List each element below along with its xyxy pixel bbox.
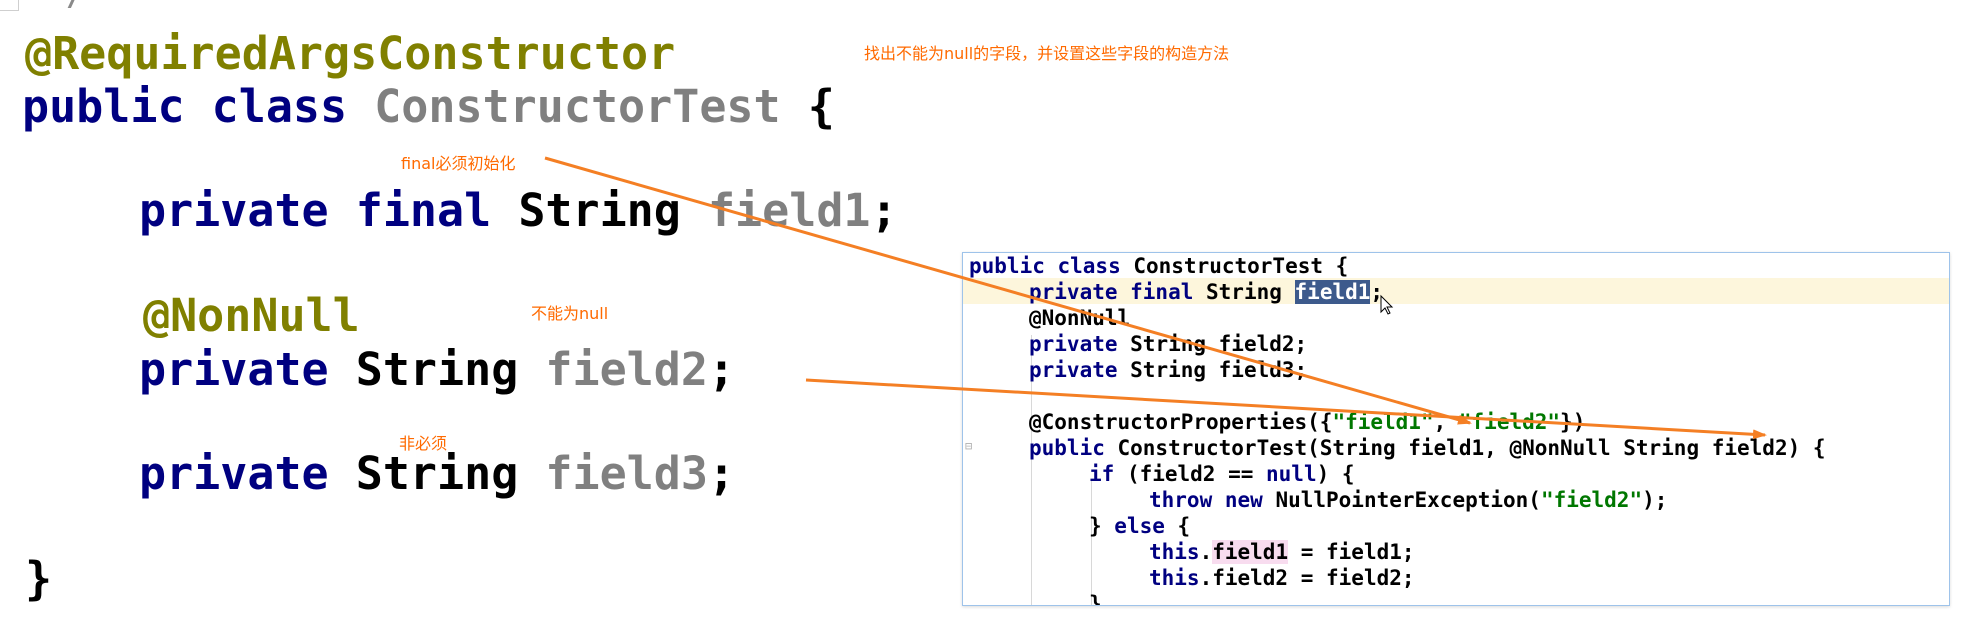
field1-declaration-line[interactable]: private final String field1; [139, 188, 898, 233]
note-final-must-init: final必须初始化 [401, 154, 516, 173]
keyword-private: private [139, 184, 329, 237]
popup-line-constructor-properties: @ConstructorProperties({"field1", "field… [1029, 410, 1586, 434]
required-args-annotation[interactable]: @RequiredArgsConstructor [25, 31, 675, 76]
semicolon: ; [707, 447, 736, 500]
popup-line-nonnull: @NonNull [1029, 306, 1131, 330]
comment-end-fragment: */ [48, 0, 84, 13]
fold-gutter-marker[interactable] [0, 0, 19, 11]
type-string: String [355, 447, 519, 500]
popup-line-close-brace: } [1089, 592, 1102, 606]
popup-line-field3: private String field3; [1029, 358, 1308, 382]
field3-name: field3 [545, 447, 708, 500]
note-cannot-be-null: 不能为null [531, 304, 609, 323]
popup-line-assign-field1: this.field1 = field1; [1149, 540, 1415, 564]
field3-declaration-line[interactable]: private String field3; [139, 451, 735, 496]
keyword-public: public [22, 80, 185, 133]
popup-line-class: public class ConstructorTest { [969, 254, 1349, 278]
field2-declaration-line[interactable]: private String field2; [139, 347, 735, 392]
selected-field1: field1 [1294, 280, 1371, 304]
type-string: String [355, 343, 519, 396]
popup-line-assign-field2: this.field2 = field2; [1149, 566, 1415, 590]
keyword-private: private [139, 447, 329, 500]
popup-line-else: } else { [1089, 514, 1191, 538]
field2-name: field2 [545, 343, 708, 396]
field1-name: field1 [707, 184, 871, 237]
keyword-final: final [355, 184, 492, 237]
class-name: ConstructorTest [374, 80, 781, 133]
keyword-class: class [211, 80, 348, 133]
note-optional: 非必须 [399, 434, 448, 453]
type-string: String [518, 184, 681, 237]
class-close-brace[interactable]: } [25, 556, 52, 601]
indent-guide [1091, 479, 1092, 605]
fold-icon[interactable]: ⊟ [965, 439, 972, 453]
semicolon: ; [707, 343, 736, 396]
popup-line-field1: private final String field1; [1029, 280, 1384, 304]
popup-line-constructor: public ConstructorTest(String field1, @N… [1029, 436, 1826, 460]
popup-line-field2: private String field2; [1029, 332, 1308, 356]
popup-line-if: if (field2 == null) { [1089, 462, 1355, 486]
popup-line-throw: throw new NullPointerException("field2")… [1149, 488, 1668, 512]
keyword-private: private [139, 343, 329, 396]
semicolon: ; [870, 184, 898, 237]
note-find-nonnull-fields: 找出不能为null的字段，并设置这些字段的构造方法 [864, 44, 1230, 63]
class-declaration-line[interactable]: public class ConstructorTest { [22, 84, 835, 129]
delombok-code-popup[interactable]: ⊟ public class ConstructorTest { private… [962, 252, 1950, 606]
nonnull-annotation[interactable]: @NonNull [143, 293, 360, 338]
open-brace: { [807, 80, 835, 133]
